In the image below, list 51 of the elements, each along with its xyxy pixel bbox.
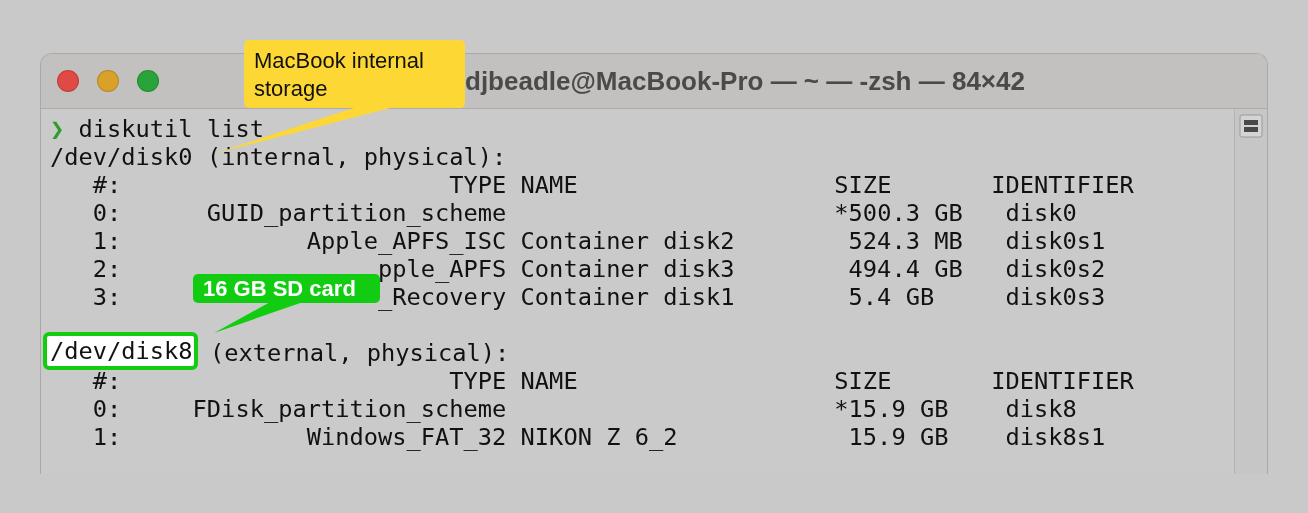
minimize-button[interactable] [97, 70, 119, 92]
partition-size: 15.9 GB [848, 423, 949, 451]
partition-name: Container disk3 [520, 255, 735, 283]
partition-name: Container disk1 [520, 283, 735, 311]
callout-label: 16 GB SD card [193, 274, 380, 303]
partition-index: 2: [92, 255, 122, 283]
partition-name: Container disk2 [520, 227, 735, 255]
column-header: #: [92, 171, 122, 199]
close-button[interactable] [57, 70, 79, 92]
scroll-marks-icon[interactable] [1239, 114, 1263, 138]
partition-type: GUID_partition_scheme [206, 199, 507, 227]
column-header: IDENTIFIER [991, 367, 1134, 395]
command-text: diskutil list [78, 115, 264, 143]
column-header: #: [92, 367, 122, 395]
partition-identifier: disk0s1 [1005, 227, 1106, 255]
partition-type: FDisk_partition_scheme [192, 395, 507, 423]
partition-size: *500.3 GB [834, 199, 963, 227]
partition-index: 1: [92, 423, 122, 451]
column-header: SIZE [834, 367, 892, 395]
partition-identifier: disk0s2 [1005, 255, 1106, 283]
partition-size: 494.4 GB [848, 255, 963, 283]
partition-name: NIKON Z 6_2 [520, 423, 678, 451]
partition-identifier: disk0s3 [1005, 283, 1106, 311]
partition-index: 1: [92, 227, 122, 255]
partition-size: 5.4 GB [848, 283, 935, 311]
partition-size: *15.9 GB [834, 395, 949, 423]
column-header: NAME [520, 171, 578, 199]
partition-index: 0: [92, 199, 122, 227]
partition-type: _Recovery [378, 283, 507, 311]
prompt-symbol: ❯ [50, 115, 66, 143]
column-header: TYPE [449, 367, 507, 395]
column-header: IDENTIFIER [991, 171, 1134, 199]
disk-description: (external, physical): [208, 339, 510, 367]
highlighted-device-path: /dev/disk8 [43, 332, 198, 370]
partition-index: 0: [92, 395, 122, 423]
callout-label: MacBook internal storage [244, 40, 465, 108]
device-path: /dev/disk0 [50, 143, 193, 171]
partition-type: Windows_FAT_32 [306, 423, 507, 451]
column-header: NAME [520, 367, 578, 395]
partition-size: 524.3 MB [848, 227, 963, 255]
partition-identifier: disk8s1 [1005, 423, 1106, 451]
window-title: djbeadle@MacBook-Pro — ~ — -zsh — 84×42 [465, 65, 1025, 97]
partition-type: Apple_APFS_ISC [306, 227, 507, 255]
partition-identifier: disk8 [1005, 395, 1077, 423]
partition-index: 3: [92, 283, 122, 311]
column-header: TYPE [449, 171, 507, 199]
zoom-button[interactable] [137, 70, 159, 92]
disk-description: (internal, physical): [205, 143, 507, 171]
partition-identifier: disk0 [1005, 199, 1077, 227]
column-header: SIZE [834, 171, 892, 199]
partition-type: pple_APFS [378, 255, 507, 283]
